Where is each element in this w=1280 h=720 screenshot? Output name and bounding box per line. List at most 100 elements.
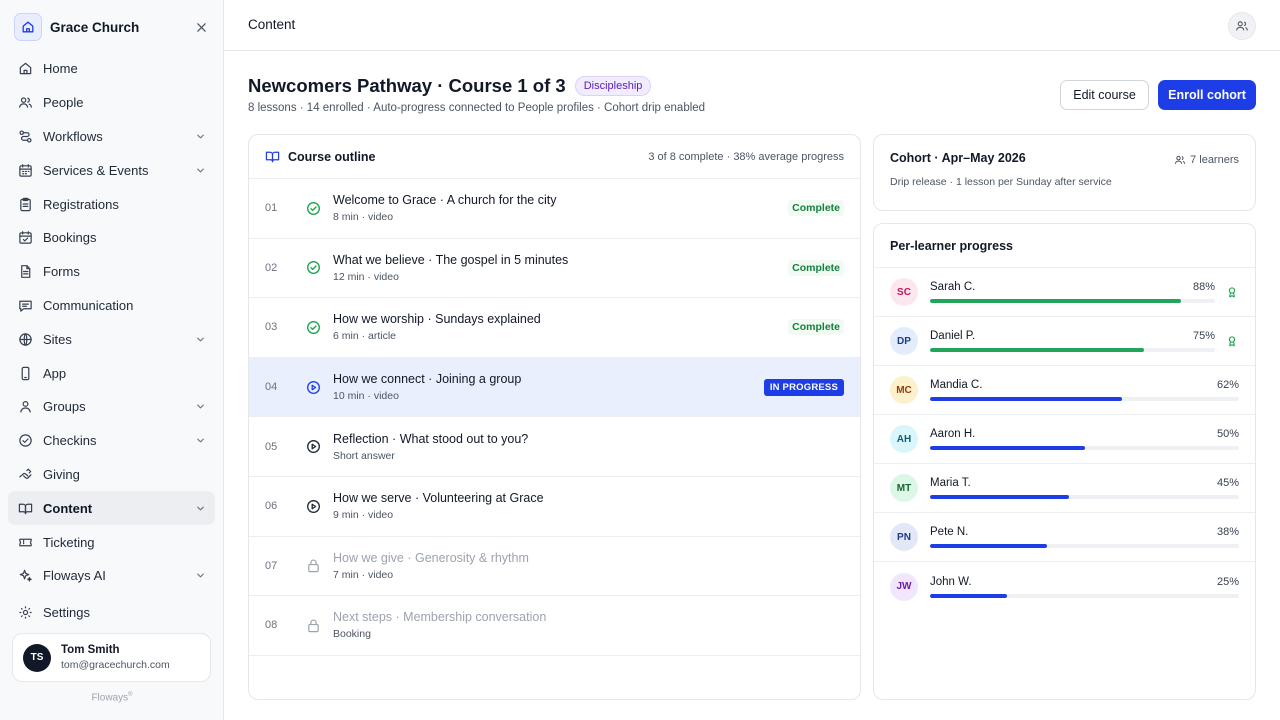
sidebar-item-registrations[interactable]: Registrations (8, 187, 215, 221)
lesson-title: What we believe · The gospel in 5 minute… (333, 252, 569, 267)
cohort-card: Cohort · Apr–May 2026 7 learners Drip re… (873, 134, 1256, 211)
outline-summary: 3 of 8 complete · 38% average progress (648, 150, 844, 163)
lesson-meta: 10 min · video (333, 390, 399, 403)
sidebar-item-ticketing[interactable]: Ticketing (8, 525, 215, 559)
close-sidebar-icon[interactable] (192, 18, 210, 36)
user-profile-card[interactable]: TS Tom Smith tom@gracechurch.com (12, 633, 211, 682)
lesson-meta: 8 min · video (333, 211, 394, 224)
main-content: Newcomers Pathway · Course 1 of 3 Discip… (224, 51, 1280, 720)
org-name: Grace Church (50, 19, 140, 35)
award-icon (1225, 335, 1239, 347)
check-circle-icon (16, 432, 34, 450)
users-icon (1235, 19, 1249, 33)
progress-bar-fill (930, 299, 1181, 303)
chevron-down-icon[interactable] (193, 400, 207, 414)
learner-name: Mandia C. (930, 379, 983, 391)
learner-percent: 50% (1216, 428, 1239, 440)
learner-row[interactable]: SC Sarah C. 88% (874, 268, 1255, 317)
sidebar-item-home[interactable]: Home (8, 52, 215, 86)
sidebar-item-label: People (43, 95, 84, 111)
lesson-row: 08 Next steps · Membership conversation Bo… (249, 596, 860, 656)
sidebar-item-giving[interactable]: Giving (8, 458, 215, 492)
chevron-down-icon[interactable] (193, 163, 207, 177)
team-button[interactable] (1228, 12, 1256, 40)
sidebar-item-label: Home (43, 61, 78, 77)
chevron-down-icon[interactable] (193, 129, 207, 143)
progress-bar-fill (930, 397, 1122, 401)
lesson-meta: 6 min · article (333, 330, 397, 343)
calendar-icon (16, 161, 34, 179)
lesson-meta: Short answer (333, 449, 395, 462)
status-badge: Complete (788, 319, 844, 336)
progress-bar-fill (930, 593, 1008, 598)
learner-row[interactable]: JW John W. 25% (874, 562, 1255, 611)
play-circle-icon (305, 439, 321, 455)
lesson-row[interactable]: 06 How we serve · Volunteering at Grace 9 … (249, 477, 860, 537)
check-circle-icon (305, 260, 321, 276)
sidebar-item-forms[interactable]: Forms (8, 255, 215, 289)
progress-bar (930, 593, 1239, 598)
play-circle-icon (305, 498, 321, 514)
globe-icon (16, 330, 34, 348)
sidebar-item-workflows[interactable]: Workflows (8, 120, 215, 154)
check-circle-icon (305, 200, 321, 216)
sidebar-item-label: Registrations (43, 196, 119, 212)
enroll-cohort-button[interactable]: Enroll cohort (1158, 80, 1256, 110)
learner-percent: 75% (1192, 330, 1215, 342)
sidebar-item-label: Sites (43, 331, 72, 347)
footer-brand: Floways® (91, 692, 133, 704)
sidebar-item-label: Forms (43, 264, 80, 280)
learner-row[interactable]: AH Aaron H. 50% (874, 415, 1255, 464)
avatar: SC (890, 278, 918, 306)
sparkle-icon (16, 567, 34, 585)
sidebar-item-floways-ai[interactable]: Floways AI (8, 559, 215, 593)
home-icon (16, 60, 34, 78)
giving-icon (16, 465, 34, 483)
lesson-row[interactable]: 05 Reflection · What stood out to you? Sho… (249, 417, 860, 477)
sidebar-item-sites[interactable]: Sites (8, 322, 215, 356)
progress-bar-fill (930, 348, 1144, 352)
sidebar-item-communication[interactable]: Communication (8, 289, 215, 323)
sidebar-item-content[interactable]: Content (8, 491, 215, 526)
lesson-number: 08 (265, 619, 278, 632)
sidebar-item-services-events[interactable]: Services & Events (8, 153, 215, 187)
lesson-meta: 7 min · video (333, 568, 394, 581)
learner-row[interactable]: MT Maria T. 45% (874, 464, 1255, 513)
learner-name: Sarah C. (930, 281, 976, 293)
sidebar-item-label: Services & Events (43, 162, 149, 178)
message-icon (16, 296, 34, 314)
lesson-number: 05 (265, 440, 278, 453)
lesson-text: How we connect · Joining a group 10 min ·… (333, 372, 521, 402)
sidebar-item-settings[interactable]: Settings (8, 596, 215, 630)
chevron-down-icon[interactable] (193, 501, 207, 515)
edit-course-button[interactable]: Edit course (1060, 80, 1149, 110)
learner-progress: Sarah C. 88% (930, 281, 1215, 303)
lesson-row[interactable]: 04 How we connect · Joining a group 10 min… (249, 357, 860, 418)
cohort-learners: 7 learners (1174, 154, 1239, 166)
sidebar-item-people[interactable]: People (8, 86, 215, 120)
workflows-icon (16, 127, 34, 145)
user-email: tom@gracechurch.com (61, 659, 170, 671)
chevron-down-icon[interactable] (193, 569, 207, 583)
learner-row[interactable]: DP Daniel P. 75% (874, 317, 1255, 366)
sidebar-item-app[interactable]: App (8, 356, 215, 390)
lesson-number: 01 (265, 202, 278, 215)
lesson-row[interactable]: 01 Welcome to Grace · A church for the ci… (249, 179, 860, 239)
sidebar-item-groups[interactable]: Groups (8, 390, 215, 424)
chevron-down-icon[interactable] (193, 434, 207, 448)
lesson-list: 01 Welcome to Grace · A church for the ci… (249, 179, 860, 656)
sidebar-item-bookings[interactable]: Bookings (8, 221, 215, 255)
sidebar-item-checkins[interactable]: Checkins (8, 424, 215, 458)
learner-name: John W. (930, 575, 972, 588)
org-switcher[interactable]: Grace Church (14, 13, 210, 41)
sidebar-item-label: Communication (43, 297, 134, 313)
lesson-text: Next steps · Membership conversation Book… (333, 610, 546, 640)
chevron-down-icon[interactable] (193, 332, 207, 346)
learner-row[interactable]: PN Pete N. 38% (874, 513, 1255, 562)
lesson-row[interactable]: 02 What we believe · The gospel in 5 minu… (249, 239, 860, 299)
lesson-text: How we give · Generosity & rhythm 7 min ·… (333, 551, 529, 581)
lesson-row[interactable]: 03 How we worship · Sundays explained 6 mi… (249, 298, 860, 358)
group-icon (16, 398, 34, 416)
learner-row[interactable]: MC Mandia C. 62% (874, 366, 1255, 415)
progress-bar (930, 299, 1215, 303)
